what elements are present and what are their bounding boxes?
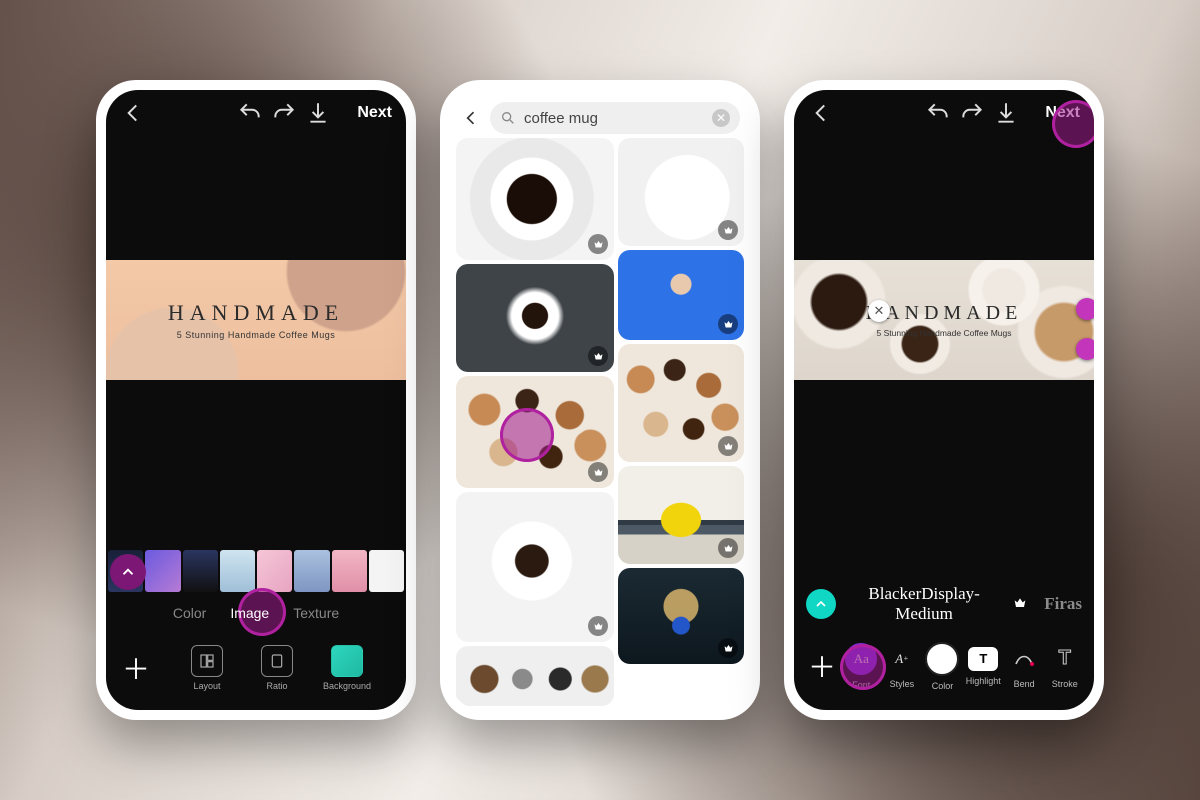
bg-thumb[interactable] — [220, 550, 255, 592]
scale-handle[interactable] — [1076, 338, 1094, 360]
tool-layout[interactable]: Layout — [177, 645, 237, 691]
premium-icon — [718, 638, 738, 658]
premium-icon — [588, 462, 608, 482]
premium-icon — [588, 616, 608, 636]
collapse-button[interactable] — [806, 589, 836, 619]
tool-label: Highlight — [966, 676, 1001, 686]
premium-icon — [588, 234, 608, 254]
rotate-handle[interactable] — [1076, 298, 1094, 320]
bg-thumb[interactable] — [145, 550, 180, 592]
next-font-name[interactable]: Firas — [1044, 594, 1082, 614]
font-picker-bar: BlackerDisplay-Medium Firas — [794, 584, 1094, 624]
banner-subtitle: 5 Stunning Handmade Coffee Mugs — [877, 328, 1012, 338]
tool-font[interactable]: AaFont — [844, 643, 879, 690]
premium-icon — [588, 346, 608, 366]
tab-color[interactable]: Color — [173, 605, 206, 621]
back-icon[interactable] — [120, 100, 146, 126]
image-result[interactable] — [618, 138, 744, 246]
image-result[interactable] — [618, 466, 744, 564]
search-input[interactable]: coffee mug ✕ — [490, 102, 740, 134]
download-icon[interactable] — [993, 100, 1019, 126]
redo-icon[interactable] — [271, 100, 297, 126]
premium-icon — [718, 314, 738, 334]
design-canvas[interactable]: HANDMADE 5 Stunning Handmade Coffee Mugs… — [794, 260, 1094, 380]
image-result[interactable] — [456, 264, 614, 372]
bg-thumb[interactable] — [257, 550, 292, 592]
design-canvas[interactable]: HANDMADE 5 Stunning Handmade Coffee Mugs — [106, 260, 406, 380]
tab-image[interactable]: Image — [230, 605, 269, 621]
tool-label: Styles — [890, 679, 915, 689]
banner-subtitle: 5 Stunning Handmade Coffee Mugs — [177, 330, 335, 340]
bg-thumb[interactable] — [369, 550, 404, 592]
image-result[interactable] — [456, 138, 614, 260]
tool-styles[interactable]: A+Styles — [885, 644, 920, 689]
premium-icon — [718, 538, 738, 558]
tool-bend[interactable]: Bend — [1007, 644, 1042, 689]
image-result[interactable] — [618, 568, 744, 664]
phone-editor: Next HANDMADE 5 Stunning Handmade Coffee… — [96, 80, 416, 720]
search-value: coffee mug — [524, 110, 598, 127]
clear-icon[interactable]: ✕ — [712, 109, 730, 127]
bg-thumb[interactable] — [294, 550, 329, 592]
add-button[interactable]: ＋ — [120, 652, 152, 684]
image-result[interactable] — [456, 376, 614, 488]
image-result[interactable] — [456, 646, 614, 706]
next-button[interactable]: Next — [357, 104, 392, 122]
background-thumbnail-strip[interactable] — [106, 550, 406, 592]
background-mode-tabs: Color Image Texture — [106, 598, 406, 628]
tool-highlight[interactable]: THighlight — [966, 647, 1001, 686]
image-results-grid — [456, 138, 744, 710]
phone-image-picker: coffee mug ✕ — [440, 80, 760, 720]
tab-texture[interactable]: Texture — [293, 605, 339, 621]
topbar: Next — [794, 90, 1094, 136]
tool-color[interactable]: Color — [925, 642, 960, 691]
current-font-name[interactable]: BlackerDisplay-Medium — [850, 584, 998, 624]
toolbar: ＋ Layout Ratio Background — [106, 636, 406, 700]
collapse-strip-button[interactable] — [110, 554, 146, 590]
back-icon[interactable] — [808, 100, 834, 126]
tool-label: Bend — [1014, 679, 1035, 689]
bg-thumb[interactable] — [332, 550, 367, 592]
premium-icon — [1012, 595, 1030, 613]
undo-icon[interactable] — [237, 100, 263, 126]
tool-label: Ratio — [266, 681, 287, 691]
banner-title: HANDMADE — [168, 300, 344, 326]
undo-icon[interactable] — [925, 100, 951, 126]
deselect-icon[interactable]: ✕ — [868, 300, 890, 322]
add-button[interactable]: ＋ — [806, 650, 838, 682]
tool-label: Font — [852, 680, 870, 690]
tool-background[interactable]: Background — [317, 645, 377, 691]
redo-icon[interactable] — [959, 100, 985, 126]
tool-label: Color — [932, 681, 954, 691]
search-icon — [500, 110, 516, 126]
premium-icon — [718, 220, 738, 240]
topbar: Next — [106, 90, 406, 136]
tool-stroke[interactable]: TStroke — [1047, 644, 1082, 689]
text-toolbar: ＋ AaFont A+Styles Color THighlight Bend … — [794, 630, 1094, 702]
tool-label: Stroke — [1052, 679, 1078, 689]
tool-label: Background — [323, 681, 371, 691]
download-icon[interactable] — [305, 100, 331, 126]
premium-icon — [718, 436, 738, 456]
phone-text-editor: Next HANDMADE 5 Stunning Handmade Coffee… — [784, 80, 1104, 720]
tool-label: Layout — [193, 681, 220, 691]
bg-thumb[interactable] — [183, 550, 218, 592]
banner-artwork: HANDMADE 5 Stunning Handmade Coffee Mugs — [106, 260, 406, 380]
image-result[interactable] — [618, 344, 744, 462]
image-result[interactable] — [456, 492, 614, 642]
image-result[interactable] — [618, 250, 744, 340]
next-button[interactable]: Next — [1045, 104, 1080, 122]
back-icon[interactable] — [460, 108, 482, 128]
tool-ratio[interactable]: Ratio — [247, 645, 307, 691]
stage: Next HANDMADE 5 Stunning Handmade Coffee… — [0, 0, 1200, 800]
